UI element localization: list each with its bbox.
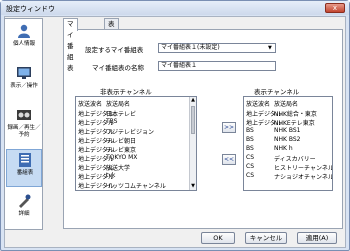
scroll-up-icon[interactable]: ▲ xyxy=(190,97,196,104)
ok-button[interactable]: OK xyxy=(201,232,235,244)
window-title: 設定ウィンドウ xyxy=(6,5,55,13)
settings-window: 設定ウィンドウ x 個人情報 表示／操作 録画／再生／予約 番組表 詳細 マイ番… xyxy=(0,0,350,251)
set-guide-label: 設定するマイ番組表 xyxy=(85,46,144,54)
apply-button[interactable]: 適用(A) xyxy=(297,232,337,244)
column-header-type[interactable]: 放送波名 xyxy=(246,99,270,108)
record-icon xyxy=(17,110,31,120)
sidebar: 個人情報 表示／操作 録画／再生／予約 番組表 詳細 xyxy=(4,18,43,230)
hidden-channels-list[interactable]: 放送波名 放送局名 地上デジタル 日本テレビ 地上デジタル TBS 地上デジタル フジ… xyxy=(75,96,197,191)
column-header-station[interactable]: 放送局名 xyxy=(274,99,298,108)
hidden-channels-title: 非表示チャンネル xyxy=(100,88,152,96)
display-icon xyxy=(17,67,31,79)
remove-channel-button[interactable]: << xyxy=(222,154,236,165)
sidebar-item-record[interactable]: 録画／再生／予約 xyxy=(6,105,42,145)
tab-my-guide[interactable]: マイ番組表 xyxy=(63,18,78,72)
person-icon xyxy=(18,24,30,38)
sidebar-item-label: 個人情報 xyxy=(12,41,35,47)
sidebar-item-detail[interactable]: 詳細 xyxy=(6,191,42,229)
detail-icon xyxy=(19,194,31,208)
close-button[interactable]: x xyxy=(325,3,345,13)
chevron-down-icon[interactable]: ▼ xyxy=(268,45,274,51)
guide-name-label: マイ番組表の名称 xyxy=(92,64,144,72)
shown-channels-title: 表示チャンネル xyxy=(254,88,300,96)
title-bar[interactable]: 設定ウィンドウ x xyxy=(1,1,349,15)
add-channel-button[interactable]: >> xyxy=(222,122,236,133)
guide-icon xyxy=(19,153,31,167)
sidebar-item-label: 詳細 xyxy=(18,211,30,217)
scroll-thumb[interactable] xyxy=(191,106,195,134)
scrollbar[interactable]: ▲ ▼ xyxy=(189,97,196,190)
sidebar-item-display[interactable]: 表示／操作 xyxy=(6,63,42,101)
sidebar-item-label: 表示／操作 xyxy=(10,83,38,89)
shown-channels-list[interactable]: 放送波名 放送局名 地上デジタル NHK総合・東京 地上デジタル NHKEテレ東京 … xyxy=(243,96,333,191)
scroll-down-icon[interactable]: ▼ xyxy=(190,183,196,190)
cancel-button[interactable]: キャンセル xyxy=(245,232,287,244)
guide-select[interactable]: マイ番組表１(未設定) ▼ xyxy=(158,43,276,53)
guide-select-value: マイ番組表１(未設定) xyxy=(161,44,220,51)
column-header-type[interactable]: 放送波名 xyxy=(78,99,102,108)
column-header-station[interactable]: 放送局名 xyxy=(106,99,130,108)
sidebar-item-guide[interactable]: 番組表 xyxy=(6,149,42,187)
guide-name-input[interactable]: マイ番組表１ xyxy=(158,61,276,71)
sidebar-item-personal[interactable]: 個人情報 xyxy=(6,21,42,59)
sidebar-item-label: 録画／再生／予約 xyxy=(7,125,41,138)
sidebar-item-label: 番組表 xyxy=(16,170,34,176)
